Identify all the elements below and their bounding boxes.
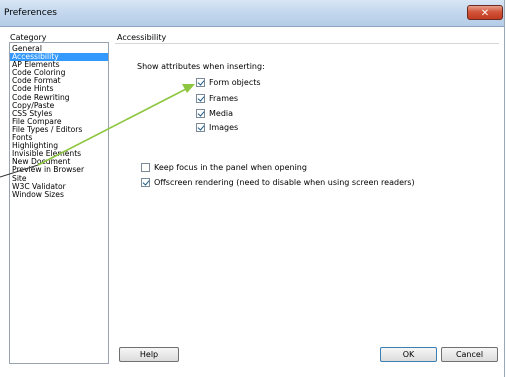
- frames-checkbox[interactable]: [196, 94, 205, 103]
- frames-label: Frames: [209, 94, 239, 103]
- cancel-button[interactable]: Cancel: [441, 347, 498, 362]
- panel-separator: [115, 43, 499, 44]
- keep-focus-option[interactable]: Keep focus in the panel when opening: [141, 162, 307, 173]
- media-checkbox[interactable]: [196, 109, 205, 118]
- window-title: Preferences: [4, 8, 57, 18]
- close-button[interactable]: ✕: [467, 5, 503, 20]
- ok-button[interactable]: OK: [380, 347, 437, 362]
- show-attributes-label: Show attributes when inserting:: [137, 62, 265, 71]
- frames-option[interactable]: Frames: [196, 93, 238, 104]
- offscreen-rendering-option[interactable]: Offscreen rendering (need to disable whe…: [141, 177, 415, 188]
- form-objects-checkbox[interactable]: [196, 78, 205, 87]
- preferences-window: Preferences ✕ Category General Accessibil…: [0, 0, 505, 377]
- category-list[interactable]: General Accessibility AP Elements Code Colo…: [9, 42, 109, 364]
- form-objects-option[interactable]: Form objects: [196, 77, 261, 88]
- keep-focus-checkbox[interactable]: [141, 163, 150, 172]
- close-icon: ✕: [480, 8, 490, 19]
- form-objects-label: Form objects: [209, 78, 261, 87]
- category-item[interactable]: Window Sizes: [10, 190, 108, 199]
- media-option[interactable]: Media: [196, 108, 233, 119]
- images-label: Images: [209, 123, 239, 132]
- offscreen-rendering-label: Offscreen rendering (need to disable whe…: [154, 178, 415, 187]
- images-checkbox[interactable]: [196, 123, 205, 132]
- keep-focus-label: Keep focus in the panel when opening: [154, 163, 307, 172]
- media-label: Media: [209, 109, 234, 118]
- category-label: Category: [10, 33, 47, 42]
- offscreen-rendering-checkbox[interactable]: [141, 178, 150, 187]
- help-button[interactable]: Help: [119, 347, 179, 362]
- panel-title: Accessibility: [117, 33, 167, 42]
- title-bar[interactable]: Preferences ✕: [0, 0, 504, 27]
- images-option[interactable]: Images: [196, 122, 238, 133]
